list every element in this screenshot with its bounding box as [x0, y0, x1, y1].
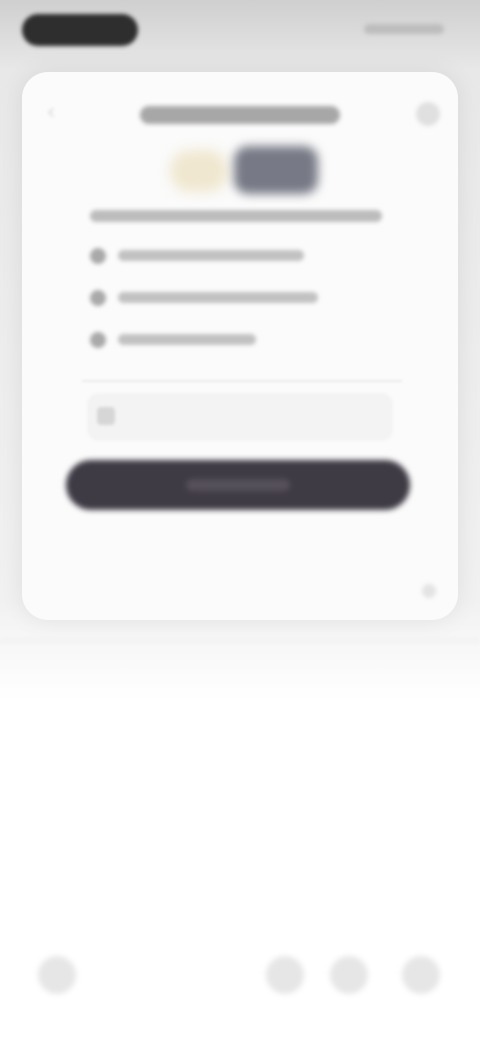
- close-icon[interactable]: [416, 102, 440, 126]
- dialog-illustration: [162, 146, 322, 194]
- home-icon[interactable]: [266, 956, 304, 994]
- menu-icon[interactable]: [402, 956, 440, 994]
- feature-text: [118, 292, 318, 303]
- text-input[interactable]: [88, 394, 392, 440]
- input-icon: [97, 407, 115, 425]
- feature-text: [118, 334, 256, 345]
- primary-button-label: [186, 479, 290, 491]
- illustration-light-shape: [170, 150, 228, 192]
- corner-icon: [422, 584, 436, 598]
- illustration-dark-shape: [234, 146, 318, 194]
- feature-item: [86, 284, 386, 326]
- status-pill: [22, 14, 138, 46]
- feature-list: [86, 242, 386, 368]
- primary-action-button[interactable]: [66, 460, 410, 510]
- tabs-icon[interactable]: [330, 956, 368, 994]
- separator-line: [0, 640, 480, 642]
- dialog-title: [140, 106, 340, 124]
- feature-item: [86, 326, 386, 368]
- feature-item: [86, 242, 386, 284]
- status-bar: [0, 0, 480, 60]
- bottom-navigation: [0, 940, 480, 1010]
- check-icon: [90, 290, 106, 306]
- dialog-intro-text: [90, 210, 382, 222]
- divider: [82, 380, 402, 382]
- upgrade-dialog: ‹: [22, 72, 458, 620]
- check-icon: [90, 332, 106, 348]
- feature-text: [118, 250, 304, 261]
- screen: ‹: [0, 0, 480, 1040]
- check-icon: [90, 248, 106, 264]
- status-icons: [364, 24, 444, 34]
- back-icon[interactable]: [38, 956, 76, 994]
- chevron-left-icon[interactable]: ‹: [40, 102, 62, 124]
